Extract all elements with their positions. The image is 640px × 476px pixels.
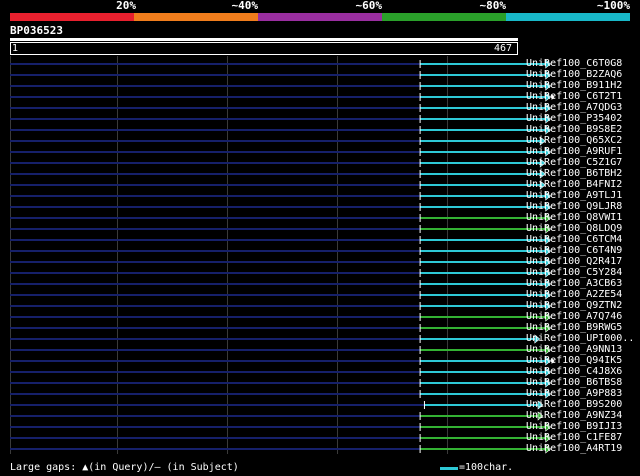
hit-label[interactable]: UniRef100_B9S200 <box>526 399 622 410</box>
hit-label[interactable]: UniRef100_C5Z1G7 <box>526 157 622 168</box>
hit-label[interactable]: UniRef100_Q8VWI1 <box>526 212 622 223</box>
hit-label[interactable]: UniRef100_Q65XC2 <box>526 135 622 146</box>
hit-label[interactable]: UniRef100_C5Y284 <box>526 267 622 278</box>
hit-label[interactable]: UniRef100_A7QDG3 <box>526 102 622 113</box>
hit-label[interactable]: UniRef100_B2ZAQ6 <box>526 69 622 80</box>
hit-label[interactable]: UniRef100_B9RWG5 <box>526 322 622 333</box>
hit-track[interactable] <box>10 103 552 113</box>
hit-label[interactable]: UniRef100_A3CB63 <box>526 278 622 289</box>
hit-track[interactable] <box>10 290 552 300</box>
hit-label[interactable]: UniRef100_Q94IK5 <box>526 355 622 366</box>
hit-label[interactable]: UniRef100_A7Q746 <box>526 311 622 322</box>
hit-track[interactable] <box>10 191 552 201</box>
hit-track[interactable] <box>10 444 552 454</box>
gap-legend: Large gaps: ▲(in Query)/— (in Subject) <box>10 462 239 473</box>
hit-track[interactable] <box>10 323 552 333</box>
hit-label[interactable]: UniRef100_B9S8E2 <box>526 124 622 135</box>
hit-track[interactable] <box>10 125 552 135</box>
hit-track[interactable] <box>10 312 552 322</box>
hit-track[interactable] <box>10 301 552 311</box>
scale-legend: =100char. <box>459 462 514 473</box>
hit-label[interactable]: UniRef100_A9TLJ1 <box>526 190 622 201</box>
hit-track[interactable] <box>10 433 552 443</box>
hit-label[interactable]: UniRef100_Q9ZTN2 <box>526 300 622 311</box>
hit-track[interactable] <box>10 158 546 168</box>
hit-label[interactable]: UniRef100_C6T0G8 <box>526 58 622 69</box>
hit-track[interactable] <box>10 213 552 223</box>
hit-label[interactable]: UniRef100_UPI000.. <box>526 333 634 344</box>
hit-label[interactable]: UniRef100_A9NZ34 <box>526 410 622 421</box>
hit-track[interactable] <box>10 345 552 355</box>
hit-label[interactable]: UniRef100_C6T4N9 <box>526 245 622 256</box>
hit-label[interactable]: UniRef100_B9IJI3 <box>526 421 622 432</box>
hit-label[interactable]: UniRef100_C4J8X6 <box>526 366 622 377</box>
hit-track[interactable] <box>10 114 552 124</box>
hit-label[interactable]: UniRef100_C6T2T1 <box>526 91 622 102</box>
hit-label[interactable]: UniRef100_C6TCM4 <box>526 234 622 245</box>
hit-label[interactable]: UniRef100_P35402 <box>526 113 622 124</box>
hit-track[interactable] <box>10 202 552 212</box>
hit-label[interactable]: UniRef100_A4RT19 <box>526 443 622 454</box>
hit-track[interactable] <box>10 422 552 432</box>
hit-label[interactable]: UniRef100_B911H2 <box>526 80 622 91</box>
hit-track[interactable] <box>10 147 552 157</box>
hit-track[interactable] <box>10 400 544 410</box>
hit-track[interactable] <box>10 180 546 190</box>
hit-label[interactable]: UniRef100_Q2R417 <box>526 256 622 267</box>
hit-track[interactable] <box>10 367 552 377</box>
hit-label[interactable]: UniRef100_A2ZE54 <box>526 289 622 300</box>
hit-label[interactable]: UniRef100_B4FNI2 <box>526 179 622 190</box>
hit-track[interactable] <box>10 411 544 421</box>
hit-track[interactable] <box>10 92 555 102</box>
hit-label[interactable]: UniRef100_A9P883 <box>526 388 622 399</box>
hit-track[interactable] <box>10 246 552 256</box>
hit-track[interactable] <box>10 224 552 234</box>
scale-legend-swatch <box>440 467 458 470</box>
hit-label[interactable]: UniRef100_Q9LJR8 <box>526 201 622 212</box>
hit-track[interactable] <box>10 389 552 399</box>
hit-label[interactable]: UniRef100_Q8LDQ9 <box>526 223 622 234</box>
hit-track[interactable] <box>10 268 552 278</box>
hit-track[interactable] <box>10 169 546 179</box>
hit-label[interactable]: UniRef100_B6TBH2 <box>526 168 622 179</box>
hit-track[interactable] <box>10 136 546 146</box>
hit-track[interactable] <box>10 235 552 245</box>
hit-label[interactable]: UniRef100_C1FE87 <box>526 432 622 443</box>
hit-track[interactable] <box>10 334 541 344</box>
hit-track[interactable] <box>10 257 552 267</box>
hit-label[interactable]: UniRef100_B6TBS8 <box>526 377 622 388</box>
hit-track[interactable] <box>10 356 555 366</box>
hit-track[interactable] <box>10 279 552 289</box>
hit-track[interactable] <box>10 81 552 91</box>
hit-track[interactable] <box>10 59 552 69</box>
hit-label[interactable]: UniRef100_A9NN13 <box>526 344 622 355</box>
hit-label[interactable]: UniRef100_A9RUF1 <box>526 146 622 157</box>
hit-track[interactable] <box>10 70 552 80</box>
hit-track[interactable] <box>10 378 552 388</box>
